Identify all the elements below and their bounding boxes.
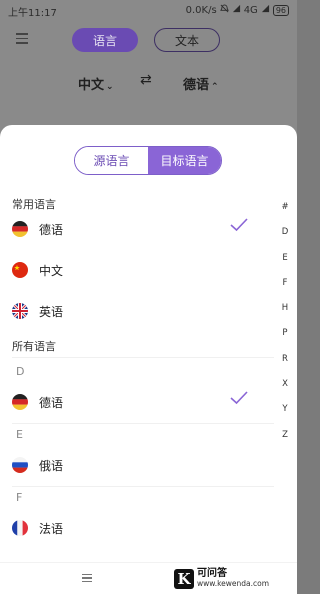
germany-flag-icon bbox=[12, 221, 28, 237]
index-letter[interactable]: P bbox=[278, 328, 292, 353]
common-languages-title: 常用语言 bbox=[12, 198, 56, 211]
watermark-logo: K bbox=[174, 569, 194, 589]
language-label: 德语 bbox=[39, 396, 64, 410]
language-label: 法语 bbox=[39, 522, 64, 536]
index-letter[interactable]: X bbox=[278, 379, 292, 404]
signal-icon bbox=[232, 4, 241, 16]
group-letter-f: F bbox=[16, 491, 23, 504]
signal-bars-icon bbox=[261, 4, 270, 16]
list-item[interactable]: 俄语 bbox=[0, 450, 280, 480]
hamburger-menu-icon[interactable] bbox=[16, 33, 28, 44]
network-type: 4G bbox=[243, 4, 258, 16]
segment-source-language[interactable]: 源语言 bbox=[75, 147, 148, 174]
target-language-label: 德语 bbox=[183, 78, 210, 93]
language-label: 英语 bbox=[39, 305, 64, 319]
group-letter-d: D bbox=[16, 365, 25, 378]
index-letter[interactable]: R bbox=[278, 354, 292, 379]
watermark-title: 可问答 bbox=[197, 568, 227, 579]
list-item[interactable]: 中文 bbox=[0, 255, 280, 285]
index-letter[interactable]: E bbox=[278, 253, 292, 278]
france-flag-icon bbox=[12, 520, 28, 536]
index-letter[interactable]: Y bbox=[278, 404, 292, 429]
mute-icon bbox=[219, 4, 229, 16]
china-flag-icon bbox=[12, 262, 28, 278]
language-label: 德语 bbox=[39, 223, 64, 237]
system-nav-bar: K 可问答 www.kewenda.com bbox=[0, 562, 297, 594]
language-label: 俄语 bbox=[39, 459, 64, 473]
list-item[interactable]: 德语 bbox=[0, 214, 280, 244]
watermark: K 可问答 www.kewenda.com bbox=[174, 569, 269, 589]
index-letter[interactable]: Z bbox=[278, 430, 292, 455]
checkmark-icon bbox=[230, 218, 248, 232]
list-item[interactable]: 法语 bbox=[0, 513, 280, 543]
network-speed: 0.0K/s bbox=[185, 4, 217, 16]
index-letter[interactable]: H bbox=[278, 303, 292, 328]
russia-flag-icon bbox=[12, 457, 28, 473]
status-time: 上午11:17 bbox=[8, 8, 57, 19]
status-bar: 上午11:17 0.0K/s 4G 96 bbox=[0, 0, 297, 20]
status-right: 0.0K/s 4G 96 bbox=[186, 4, 289, 16]
menu-nav-icon[interactable] bbox=[82, 574, 92, 583]
divider bbox=[12, 423, 274, 424]
language-picker-sheet: 源语言 目标语言 常用语言 德语 中文 英语 所有语言 D 德语 E 俄语 F … bbox=[0, 125, 297, 594]
source-language-label: 中文 bbox=[78, 78, 105, 93]
watermark-url: www.kewenda.com bbox=[197, 579, 270, 588]
tab-language[interactable]: 语言 bbox=[72, 28, 138, 52]
chevron-down-icon: ⌄ bbox=[106, 82, 114, 92]
alphabet-index: # D E F H P R X Y Z bbox=[278, 202, 292, 455]
source-language-selector[interactable]: 中文 ⌄ bbox=[78, 74, 114, 93]
target-language-selector[interactable]: 德语 ⌃ bbox=[183, 74, 219, 93]
all-languages-title: 所有语言 bbox=[12, 340, 56, 353]
battery-icon: 96 bbox=[272, 4, 289, 16]
uk-flag-icon bbox=[12, 303, 28, 319]
divider bbox=[12, 486, 274, 487]
divider bbox=[12, 357, 274, 358]
watermark-text: 可问答 www.kewenda.com bbox=[197, 569, 269, 589]
index-letter[interactable]: # bbox=[278, 202, 292, 227]
language-segment-control: 源语言 目标语言 bbox=[74, 146, 222, 175]
language-label: 中文 bbox=[39, 264, 64, 278]
swap-languages-icon[interactable]: ⇄ bbox=[140, 72, 152, 88]
tab-text[interactable]: 文本 bbox=[154, 28, 220, 52]
chevron-up-icon: ⌃ bbox=[211, 82, 219, 92]
list-item[interactable]: 德语 bbox=[0, 387, 280, 417]
index-letter[interactable]: F bbox=[278, 278, 292, 303]
checkmark-icon bbox=[230, 391, 248, 405]
group-letter-e: E bbox=[16, 428, 23, 441]
index-letter[interactable]: D bbox=[278, 227, 292, 252]
language-bar: 中文 ⌄ ⇄ 德语 ⌃ bbox=[0, 70, 297, 94]
list-item[interactable]: 英语 bbox=[0, 296, 280, 326]
segment-target-language[interactable]: 目标语言 bbox=[148, 147, 221, 174]
germany-flag-icon bbox=[12, 394, 28, 410]
